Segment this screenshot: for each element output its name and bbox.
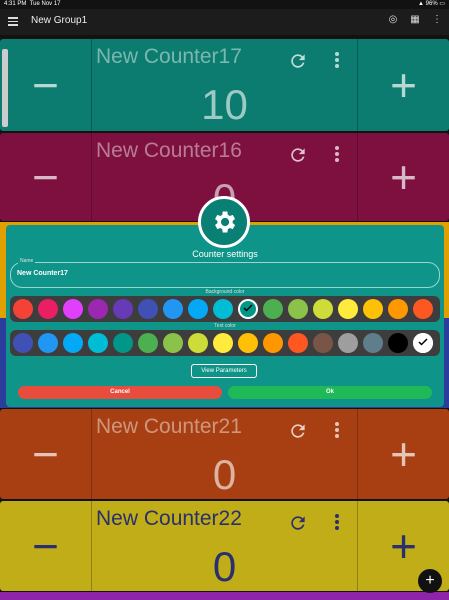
background-color-picker <box>10 296 440 322</box>
color-swatch[interactable] <box>63 333 83 353</box>
name-field-label: Name <box>18 258 36 264</box>
text-color-picker <box>10 330 440 356</box>
color-swatch[interactable] <box>138 333 158 353</box>
counter-name: New Counter22 <box>96 507 242 530</box>
reset-icon[interactable] <box>288 145 308 165</box>
more-vert-icon[interactable]: ⋮ <box>431 13 443 27</box>
decrement-button[interactable]: − <box>0 39 92 131</box>
color-swatch[interactable] <box>213 299 233 319</box>
check-icon <box>418 338 428 346</box>
increment-button[interactable]: + <box>357 409 449 499</box>
decrement-button[interactable]: − <box>0 501 92 591</box>
color-swatch[interactable] <box>238 299 258 319</box>
counter-card: − New Counter22 0 + <box>0 501 449 591</box>
menu-icon[interactable] <box>8 15 18 26</box>
text-color-label: Text color <box>214 323 236 329</box>
color-swatch[interactable] <box>388 299 408 319</box>
counter-card: − New Counter21 0 + <box>0 409 449 499</box>
counter-name: New Counter17 <box>96 45 242 68</box>
add-counter-button[interactable]: + <box>418 569 442 593</box>
reset-icon[interactable] <box>288 51 308 71</box>
color-swatch[interactable] <box>13 299 33 319</box>
counter-menu-icon[interactable] <box>334 145 340 163</box>
color-swatch[interactable] <box>138 299 158 319</box>
counter-value: 0 <box>212 451 237 498</box>
counter-menu-icon[interactable] <box>334 421 340 439</box>
color-swatch[interactable] <box>313 299 333 319</box>
reset-icon[interactable] <box>288 421 308 441</box>
status-time-date: 4:31 PM Tue Nov 17 <box>4 1 61 7</box>
color-swatch[interactable] <box>13 333 33 353</box>
color-swatch[interactable] <box>238 333 258 353</box>
counter-card-partial <box>0 592 449 600</box>
check-icon <box>243 304 253 312</box>
name-field[interactable]: Name <box>10 258 440 288</box>
color-swatch[interactable] <box>163 333 183 353</box>
color-swatch[interactable] <box>363 333 383 353</box>
color-swatch[interactable] <box>288 333 308 353</box>
color-swatch[interactable] <box>338 333 358 353</box>
color-swatch[interactable] <box>88 333 108 353</box>
decrement-button[interactable]: − <box>0 133 92 221</box>
color-swatch[interactable] <box>113 333 133 353</box>
battery-level: ▲ 96% ▭ <box>418 1 445 7</box>
name-input[interactable] <box>17 270 417 277</box>
counter-name: New Counter16 <box>96 139 242 162</box>
color-swatch[interactable] <box>188 299 208 319</box>
decrement-button[interactable]: − <box>0 409 92 499</box>
color-swatch[interactable] <box>363 299 383 319</box>
color-swatch[interactable] <box>213 333 233 353</box>
status-bar: 4:31 PM Tue Nov 17 ▲ 96% ▭ <box>0 0 449 9</box>
color-swatch[interactable] <box>163 299 183 319</box>
cancel-button[interactable]: Cancel <box>18 386 222 399</box>
color-swatch[interactable] <box>263 333 283 353</box>
color-swatch[interactable] <box>413 333 433 353</box>
target-icon[interactable]: ◎ <box>387 13 399 27</box>
grid-icon[interactable]: ▦ <box>409 13 421 27</box>
settings-gear-icon <box>198 196 250 248</box>
color-swatch[interactable] <box>38 299 58 319</box>
counter-value: 0 <box>212 543 237 590</box>
color-swatch[interactable] <box>288 299 308 319</box>
counter-menu-icon[interactable] <box>334 513 340 531</box>
counter-value: 10 <box>201 81 248 128</box>
color-swatch[interactable] <box>388 333 408 353</box>
color-swatch[interactable] <box>63 299 83 319</box>
color-swatch[interactable] <box>313 333 333 353</box>
dialog-title: Counter settings <box>192 249 258 259</box>
view-parameters-button[interactable]: View Parameters <box>191 364 257 378</box>
increment-button[interactable]: + <box>357 133 449 221</box>
counter-name: New Counter21 <box>96 415 242 438</box>
group-title: New Group1 <box>31 15 88 26</box>
app-bar: New Group1 ◎ ▦ ⋮ <box>0 9 449 35</box>
increment-button[interactable]: + <box>357 39 449 131</box>
color-swatch[interactable] <box>113 299 133 319</box>
reset-icon[interactable] <box>288 513 308 533</box>
color-swatch[interactable] <box>413 299 433 319</box>
color-swatch[interactable] <box>38 333 58 353</box>
color-swatch[interactable] <box>188 333 208 353</box>
counter-settings-dialog: Counter settings Name Background color T… <box>6 225 444 407</box>
counter-menu-icon[interactable] <box>334 51 340 69</box>
color-swatch[interactable] <box>338 299 358 319</box>
ok-button[interactable]: Ok <box>228 386 432 399</box>
background-color-label: Background color <box>205 289 245 295</box>
color-swatch[interactable] <box>88 299 108 319</box>
color-swatch[interactable] <box>263 299 283 319</box>
counter-card: − New Counter17 10 + <box>0 39 449 131</box>
